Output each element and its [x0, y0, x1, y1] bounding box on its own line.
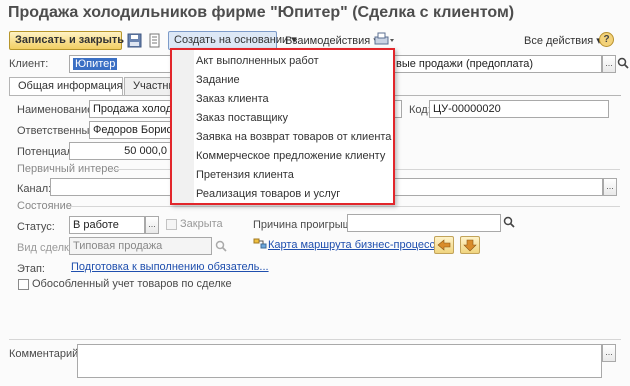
name-field[interactable]: Продажа холодил [89, 100, 171, 118]
menu-icon-strip [172, 50, 194, 203]
arrow-down-icon [463, 239, 477, 252]
stage-link[interactable]: Подготовка к выполнению обязатель... [71, 261, 269, 273]
stage-label: Этап: [17, 263, 45, 275]
client-field[interactable]: Юпитер [69, 55, 171, 73]
route-map-link[interactable]: Карта маршрута бизнес-процесса [268, 239, 441, 251]
code-label: Код: [409, 104, 431, 116]
interactions-menu[interactable]: Взаимодействия ▾ [285, 34, 379, 47]
menu-item-work-act[interactable]: Акт выполненных работ [196, 52, 319, 70]
channel-label: Канал: [17, 183, 52, 195]
sales-type-pick-button[interactable]: ... [602, 55, 616, 73]
search-icon[interactable] [617, 57, 629, 69]
name-label: Наименование: [17, 104, 97, 116]
code-field[interactable]: ЦУ-00000020 [429, 100, 609, 118]
comment-field[interactable] [77, 344, 602, 378]
client-value: Юпитер [73, 58, 118, 70]
window-title: Продажа холодильников фирме "Юпитер" (Сд… [8, 4, 515, 21]
menu-item-customer-order[interactable]: Заказ клиента [196, 90, 269, 108]
create-based-on-menu: Акт выполненных работ Задание Заказ клие… [170, 48, 395, 205]
save-icon[interactable] [127, 33, 142, 48]
status-pick-button[interactable]: ... [145, 216, 159, 234]
arrow-left-icon [437, 239, 451, 251]
deal-type-field[interactable]: Типовая продажа [69, 237, 212, 255]
save-close-button[interactable]: Записать и закрыть [9, 31, 124, 50]
potential-field[interactable]: 50 000,0 [69, 142, 171, 160]
menu-item-supplier-order[interactable]: Заказ поставщику [196, 109, 288, 127]
primary-interest-header: Первичный интерес [17, 163, 120, 175]
state-header: Состояние [17, 200, 72, 212]
comment-pick-button[interactable]: ... [602, 344, 616, 362]
sales-type-field[interactable]: вые продажи (предоплата) [392, 55, 602, 73]
closed-label: Закрыта [180, 218, 223, 230]
status-field[interactable]: В работе [69, 216, 145, 234]
separate-accounting-checkbox[interactable] [18, 279, 29, 290]
loss-reason-field[interactable] [347, 214, 501, 232]
interactions-label: Взаимодействия [285, 35, 371, 47]
comment-divider [9, 339, 621, 340]
responsible-field[interactable]: Федоров Борис М [89, 121, 171, 139]
responsible-label: Ответственный: [17, 125, 99, 137]
print-icon[interactable] [373, 32, 395, 47]
potential-label: Потенциал: [17, 146, 76, 158]
menu-item-task[interactable]: Задание [196, 71, 240, 89]
menu-item-return-request[interactable]: Заявка на возврат товаров от клиента [196, 128, 391, 146]
loss-reason-label: Причина проигрыша: [253, 219, 361, 231]
menu-item-customer-claim[interactable]: Претензия клиента [196, 166, 294, 184]
route-map-icon [253, 238, 267, 249]
search-icon[interactable] [503, 216, 515, 228]
create-based-on-label: Создать на основании [174, 34, 289, 46]
all-actions-menu[interactable]: Все действия ▾ [524, 34, 602, 47]
tab-general-info[interactable]: Общая информация [9, 77, 123, 95]
menu-item-goods-sale[interactable]: Реализация товаров и услуг [196, 185, 340, 203]
all-actions-label: Все действия [524, 35, 594, 47]
back-step-button[interactable] [434, 236, 454, 254]
search-icon[interactable] [215, 240, 227, 252]
menu-item-commercial-offer[interactable]: Коммерческое предложение клиенту [196, 147, 385, 165]
document-list-icon[interactable] [147, 33, 162, 48]
closed-checkbox[interactable] [166, 219, 177, 230]
status-label: Статус: [17, 221, 55, 233]
help-icon[interactable]: ? [599, 32, 614, 47]
separate-accounting-label: Обособленный учет товаров по сделке [32, 278, 232, 290]
client-label: Клиент: [9, 58, 49, 70]
channel-pick-button[interactable]: ... [603, 178, 617, 196]
state-divider [68, 206, 620, 207]
comment-label: Комментарий: [9, 348, 82, 360]
tab-participants[interactable]: Участни [124, 77, 171, 95]
forward-step-button[interactable] [460, 236, 480, 254]
